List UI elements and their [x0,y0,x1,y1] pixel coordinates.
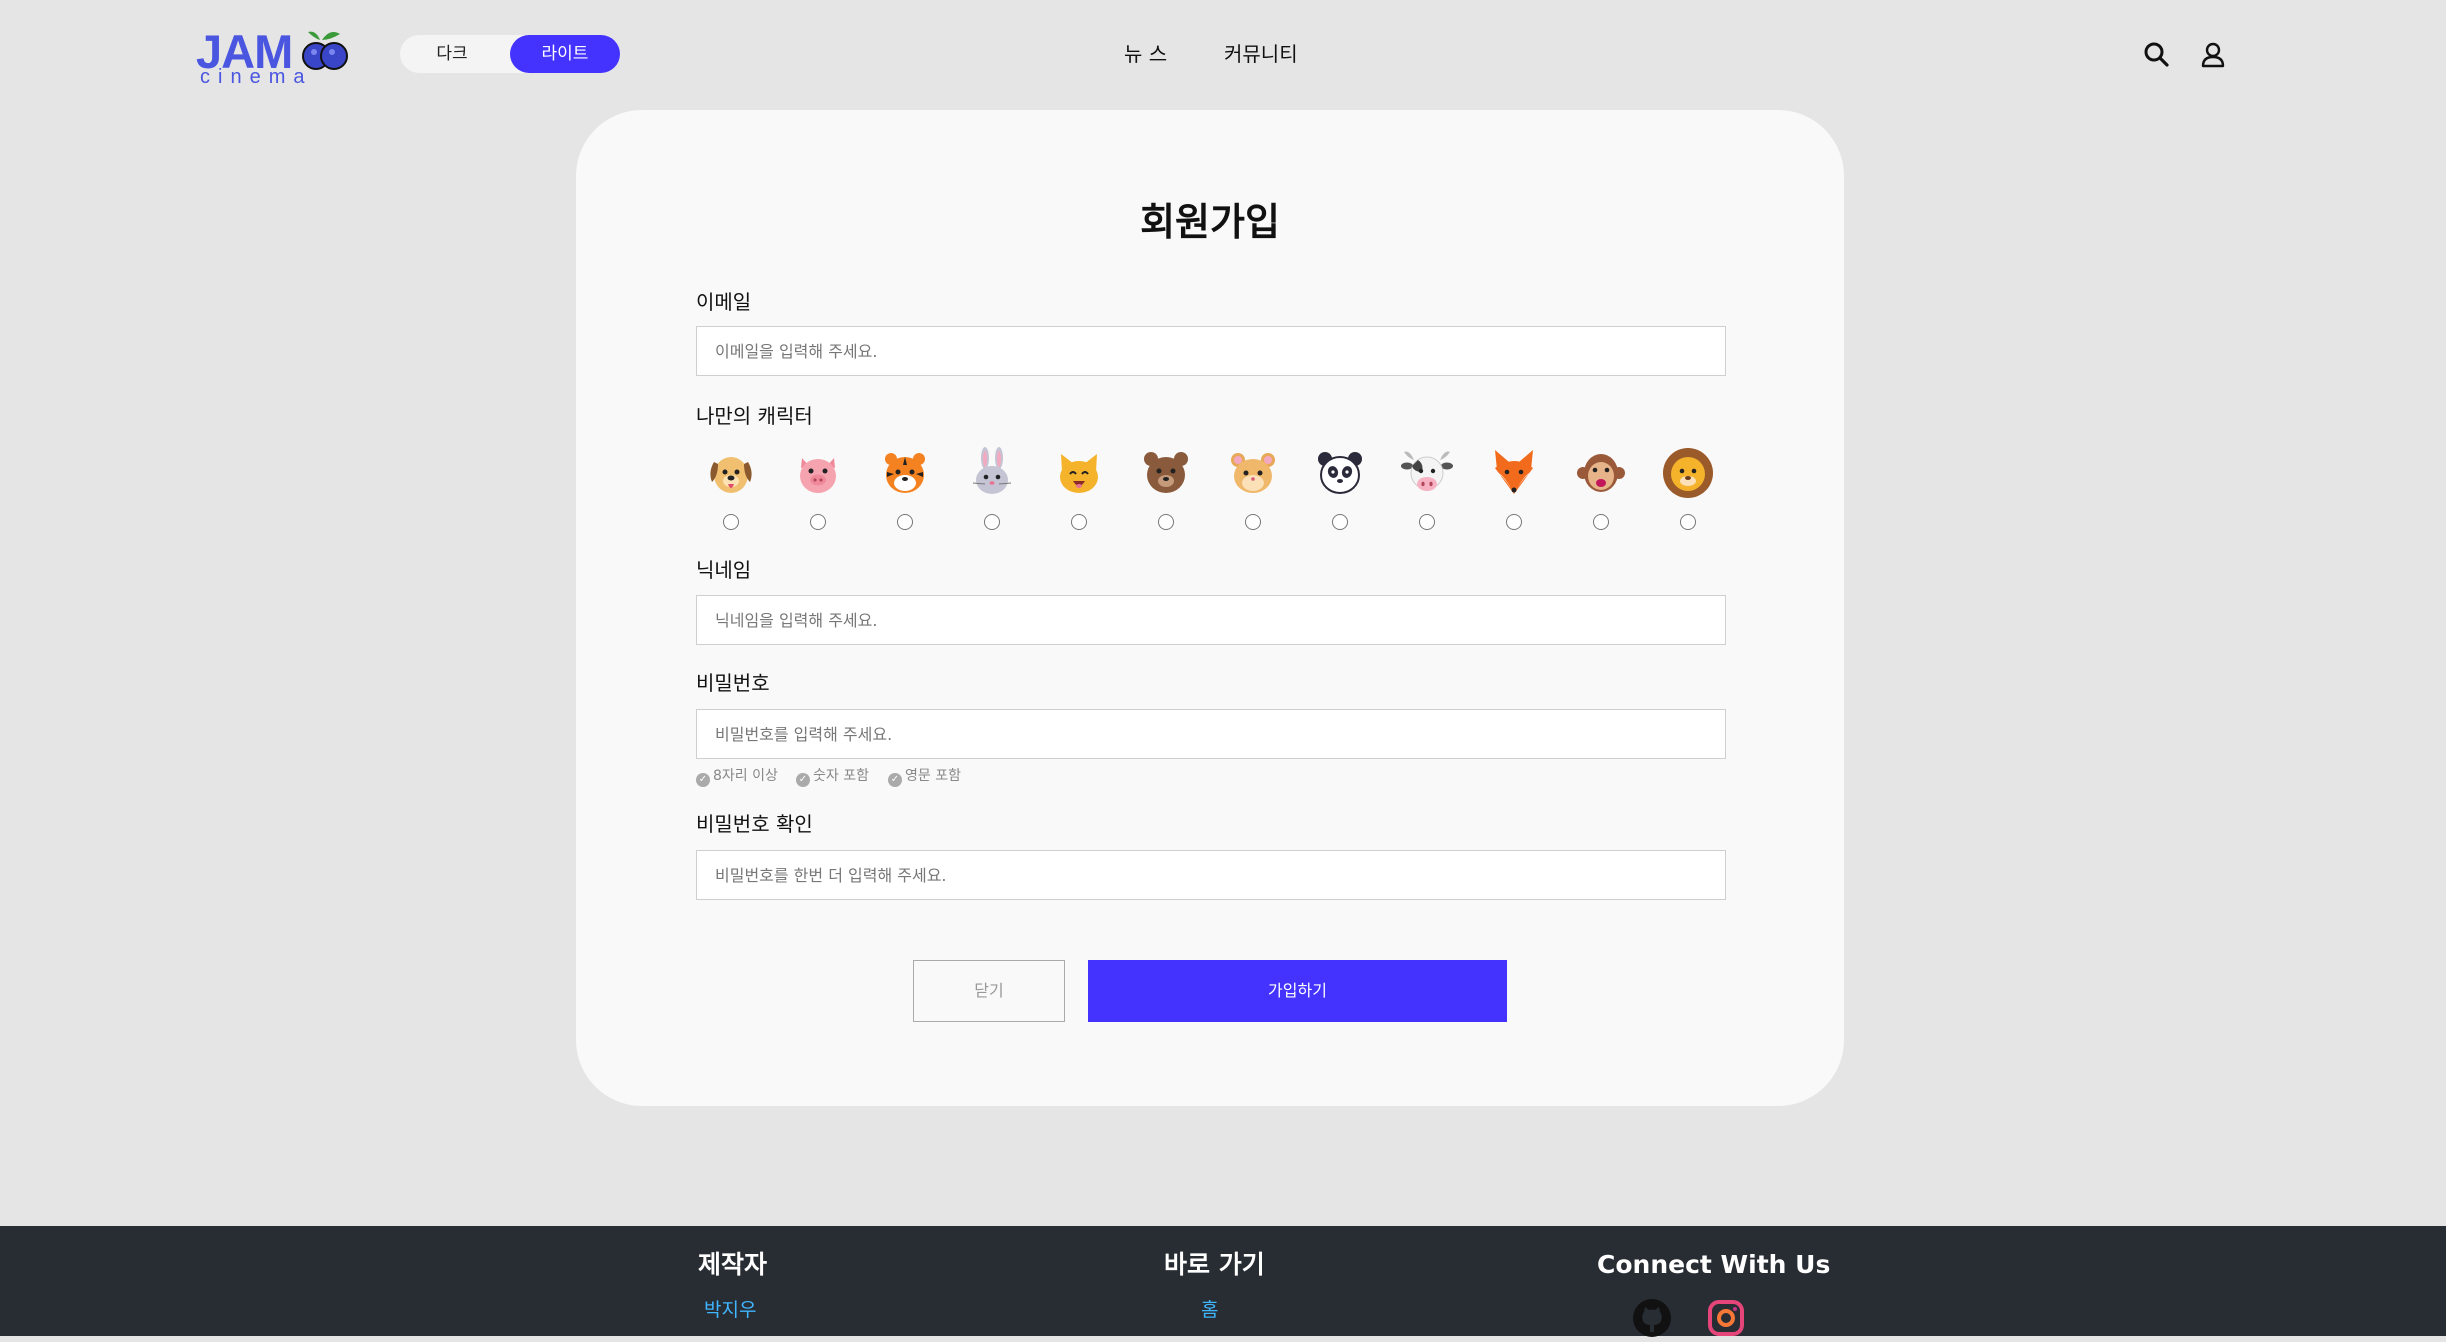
password-label: 비밀번호 [696,671,770,695]
tiger-icon[interactable] [878,446,932,500]
cow-icon[interactable] [1400,446,1454,500]
character-option-rabbit [957,446,1027,536]
footer-maker-link[interactable]: 박지우 [704,1296,756,1324]
nickname-field[interactable] [696,595,1726,645]
check-circle-icon: ✓ [696,773,710,787]
dog-icon[interactable] [704,446,758,500]
footer-shortcut-heading: 바로 가기 [1164,1250,1265,1279]
instagram-link[interactable] [1706,1298,1746,1338]
character-option-dog [696,446,766,536]
pig-icon[interactable] [791,446,845,500]
fox-icon[interactable] [1487,446,1541,500]
theme-light-button[interactable]: 라이트 [510,35,620,73]
github-link[interactable] [1632,1298,1672,1338]
panda-icon[interactable] [1313,446,1367,500]
character-radio-dog[interactable] [723,514,739,530]
lion-icon[interactable] [1661,446,1715,500]
footer-connect-heading: Connect With Us [1597,1250,1831,1279]
check-circle-icon: ✓ [796,773,810,787]
character-radio-lion[interactable] [1680,514,1696,530]
check-circle-icon: ✓ [888,773,902,787]
character-radio-hamster[interactable] [1245,514,1261,530]
hamster-icon[interactable] [1226,446,1280,500]
character-radio-cat[interactable] [1071,514,1087,530]
character-option-monkey [1566,446,1636,536]
character-radio-bear[interactable] [1158,514,1174,530]
nav-news[interactable]: 뉴 스 [1124,36,1167,72]
logo[interactable]: JAM cinema [196,24,350,88]
search-icon [2144,42,2169,67]
close-button[interactable]: 닫기 [913,960,1065,1022]
character-option-pig [783,446,853,536]
site-header: JAM cinema 다크 라이트 뉴 스 커뮤니티 [0,0,2446,110]
character-option-panda [1305,446,1375,536]
password-rule: ✓ 8자리 이상 [696,766,778,787]
nav-community[interactable]: 커뮤니티 [1224,36,1298,72]
signup-button[interactable]: 가입하기 [1088,960,1507,1022]
character-picker [696,446,1726,536]
character-option-tiger [870,446,940,536]
character-radio-cow[interactable] [1419,514,1435,530]
site-footer: 제작자 박지우 바로 가기 홈 Connect With Us [0,1226,2446,1338]
character-option-lion [1653,446,1723,536]
rabbit-icon[interactable] [965,446,1019,500]
email-field[interactable] [696,326,1726,376]
character-option-cat [1044,446,1114,536]
character-option-fox [1479,446,1549,536]
footer-home-link[interactable]: 홈 [1201,1296,1218,1324]
character-radio-rabbit[interactable] [984,514,1000,530]
instagram-icon [1708,1300,1744,1336]
password-confirm-field[interactable] [696,850,1726,900]
cat-icon[interactable] [1052,446,1106,500]
character-label: 나만의 캐릭터 [696,404,813,428]
character-radio-monkey[interactable] [1593,514,1609,530]
monkey-icon[interactable] [1574,446,1628,500]
password-confirm-label: 비밀번호 확인 [696,812,813,836]
page-title: 회원가입 [1140,200,1280,244]
character-option-hamster [1218,446,1288,536]
password-rule: ✓ 영문 포함 [888,766,961,787]
signup-card: 회원가입 이메일 나만의 캐릭터 [576,110,1844,1106]
nickname-label: 닉네임 [696,558,752,582]
blueberry-icon [302,31,348,70]
character-radio-pig[interactable] [810,514,826,530]
logo-subtitle: cinema [200,66,313,88]
password-field[interactable] [696,709,1726,759]
footer-maker-heading: 제작자 [698,1250,768,1279]
character-radio-tiger[interactable] [897,514,913,530]
password-rule: ✓ 숫자 포함 [796,766,869,787]
bear-icon[interactable] [1139,446,1193,500]
character-radio-fox[interactable] [1506,514,1522,530]
theme-toggle: 다크 라이트 [400,35,620,73]
github-icon [1633,1299,1671,1337]
character-option-bear [1131,446,1201,536]
search-button[interactable] [2140,38,2174,72]
character-option-cow [1392,446,1462,536]
user-button[interactable] [2196,38,2230,72]
email-label: 이메일 [696,290,752,314]
user-icon [2201,42,2225,68]
theme-dark-button[interactable]: 다크 [400,35,504,73]
character-radio-panda[interactable] [1332,514,1348,530]
